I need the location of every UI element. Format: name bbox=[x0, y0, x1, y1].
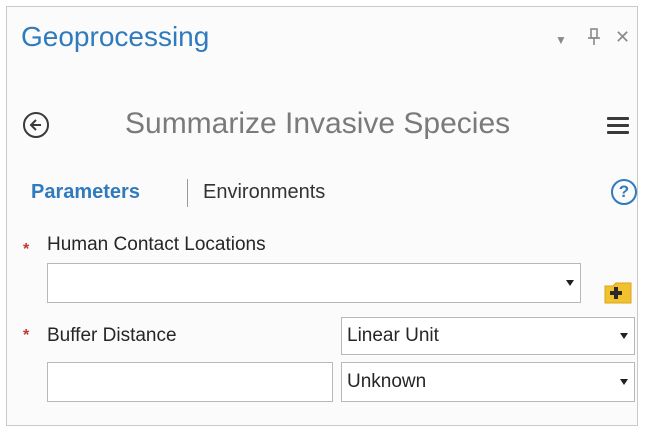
buffer-unit-select[interactable]: Unknown bbox=[341, 362, 635, 402]
tab-divider bbox=[187, 179, 188, 207]
buffer-type-select[interactable]: Linear Unit bbox=[341, 317, 635, 355]
buffer-unit-value: Unknown bbox=[347, 371, 427, 392]
buffer-distance-label: Buffer Distance bbox=[47, 325, 177, 346]
human-contact-locations-combo[interactable] bbox=[47, 263, 581, 303]
close-icon[interactable]: ✕ bbox=[615, 27, 630, 48]
tool-name: Summarize Invasive Species bbox=[125, 107, 511, 140]
geoprocessing-pane: Geoprocessing ▼ ✕ Summarize Invasive Spe… bbox=[6, 6, 638, 426]
folder-add-icon[interactable] bbox=[603, 277, 635, 307]
pin-icon[interactable] bbox=[587, 27, 601, 52]
tab-parameters[interactable]: Parameters bbox=[31, 181, 140, 204]
pane-options-dropdown-icon[interactable]: ▼ bbox=[555, 33, 567, 47]
back-arrow-icon[interactable] bbox=[23, 112, 49, 138]
chevron-down-icon[interactable] bbox=[566, 280, 574, 286]
chevron-down-icon[interactable] bbox=[620, 333, 628, 339]
buffer-type-value: Linear Unit bbox=[347, 325, 439, 346]
hamburger-menu-icon[interactable] bbox=[607, 117, 629, 135]
pane-title: Geoprocessing bbox=[21, 21, 210, 52]
required-star-icon: * bbox=[23, 241, 30, 258]
tab-environments[interactable]: Environments bbox=[203, 181, 325, 204]
required-star-icon: * bbox=[23, 327, 30, 344]
buffer-distance-input[interactable] bbox=[47, 362, 333, 402]
help-icon[interactable]: ? bbox=[611, 179, 637, 205]
human-contact-locations-label: Human Contact Locations bbox=[47, 234, 266, 255]
chevron-down-icon[interactable] bbox=[620, 379, 628, 385]
